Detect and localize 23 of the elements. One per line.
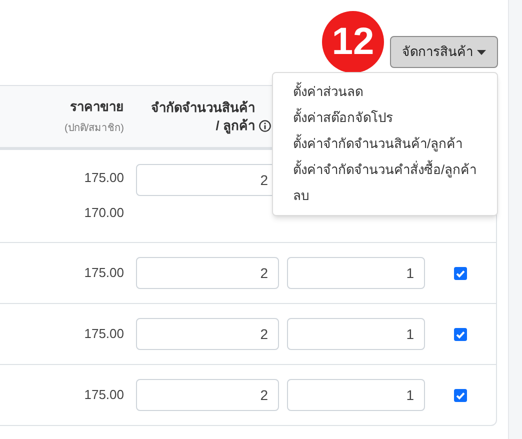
column-header: จำกัดจำนวนสินค้า / ลูกค้า — [150, 98, 255, 134]
menu-item[interactable]: ตั้งค่าส่วนลด — [273, 79, 497, 105]
column-subheader: (ปกติ/สมาชิก) — [64, 122, 124, 136]
manage-products-button[interactable]: จัดการสินค้า — [390, 36, 498, 68]
number-input[interactable]: 2 — [136, 379, 279, 411]
price-text: 170.00 — [84, 205, 124, 221]
column-header: ราคาขาย — [70, 98, 124, 116]
checkbox[interactable] — [454, 388, 466, 402]
number-input[interactable]: 2 — [136, 257, 279, 289]
checkbox[interactable] — [454, 266, 466, 280]
price-text: 175.00 — [84, 387, 124, 403]
number-input[interactable]: 1 — [287, 379, 425, 411]
price-text: 175.00 — [84, 170, 124, 186]
info-icon[interactable] — [259, 120, 271, 132]
menu-item[interactable]: ตั้งค่าจำกัดจำนวนสินค้า/ลูกค้า — [273, 131, 497, 157]
menu-item[interactable]: ตั้งค่าสต๊อกจัดโปร — [273, 105, 497, 131]
number-input[interactable]: 1 — [287, 257, 425, 289]
number-input[interactable]: 1 — [287, 318, 425, 350]
number-input[interactable]: 2 — [136, 318, 279, 350]
checkbox[interactable] — [454, 328, 466, 340]
price-text: 175.00 — [84, 326, 124, 342]
step-number-badge: 12 — [322, 11, 384, 73]
price-text: 175.00 — [84, 265, 124, 281]
